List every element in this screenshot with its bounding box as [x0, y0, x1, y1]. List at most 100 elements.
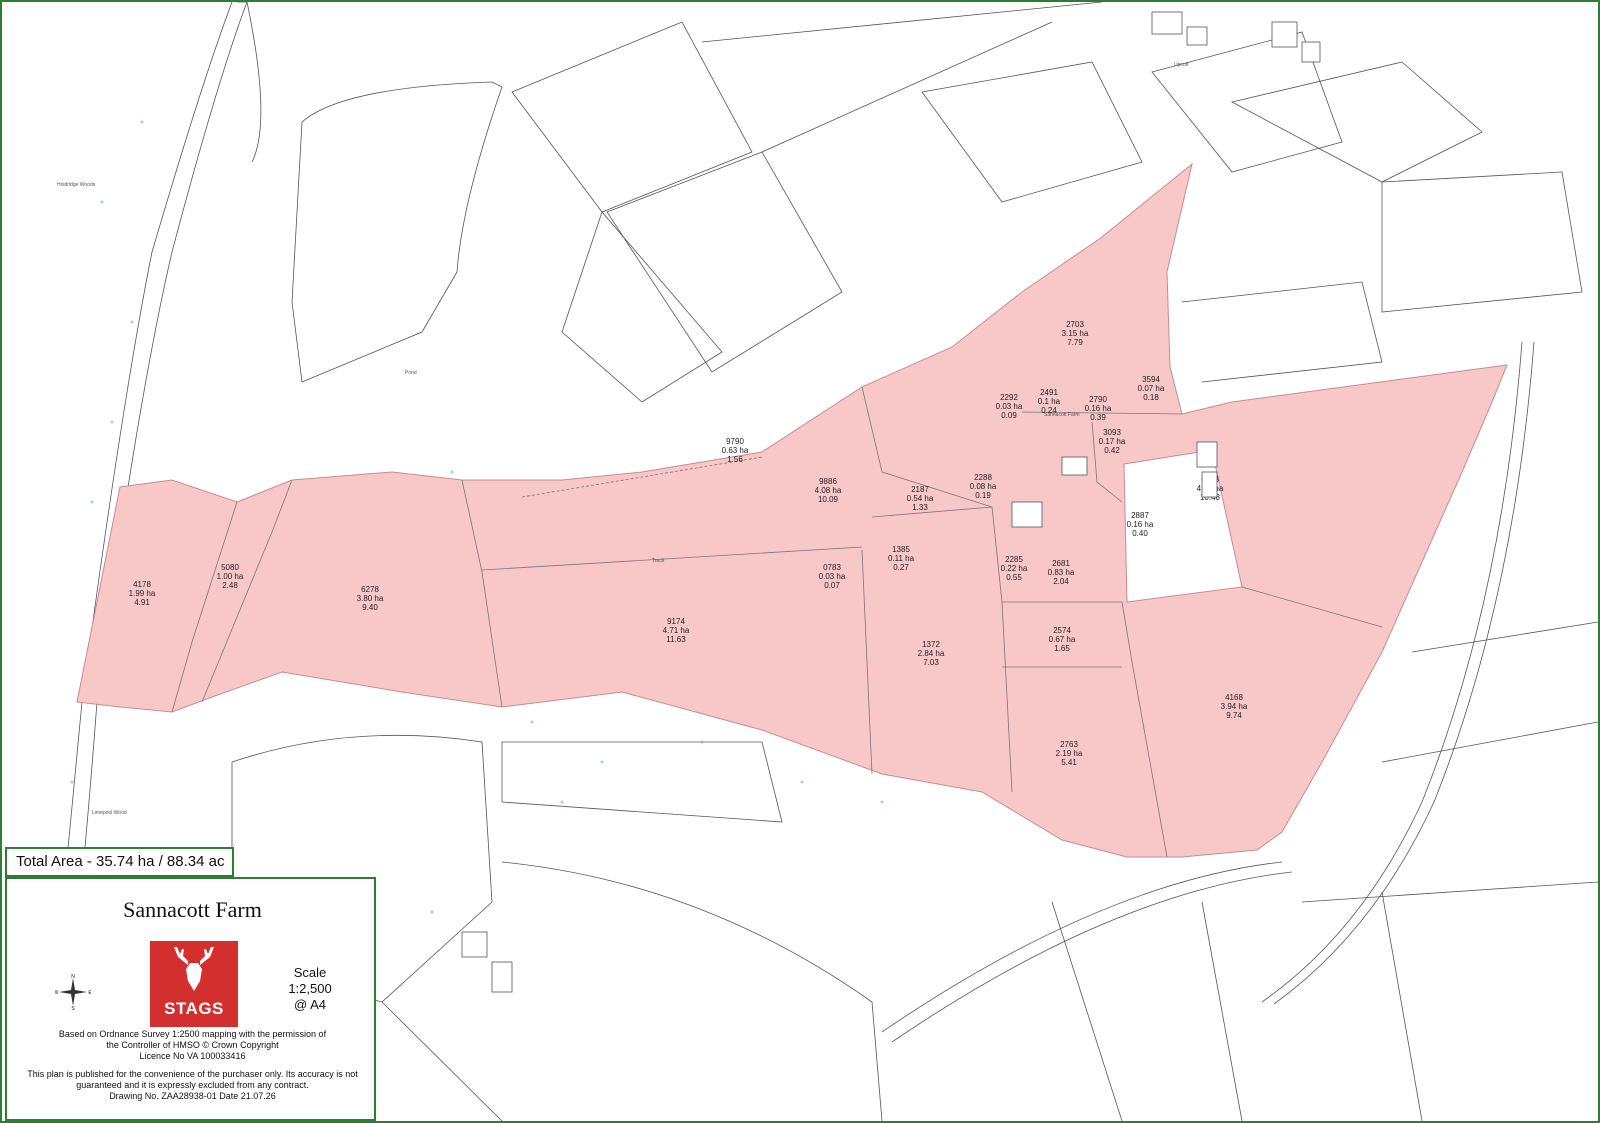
parcel-id: 1372: [922, 640, 940, 649]
parcel-ha: 0.67 ha: [1049, 635, 1076, 644]
parcel-ac: 1.56: [727, 455, 743, 464]
compass-e: E: [88, 990, 91, 996]
parcel-ac: 0.55: [1006, 573, 1022, 582]
os-note-line: Licence No VA 100033416: [139, 1051, 246, 1061]
scale-line-3: @ A4: [294, 997, 326, 1012]
parcel-ha: 0.03 ha: [996, 402, 1023, 411]
compass-n: N: [71, 974, 75, 980]
parcel-id: 3093: [1103, 428, 1121, 437]
parcel-ac: 0.39: [1090, 413, 1106, 422]
parcel-id: 4178: [133, 580, 151, 589]
parcel-id: 2681: [1052, 559, 1070, 568]
upcott-label: Upcott: [1174, 62, 1189, 68]
parcel-ha: 0.17 ha: [1099, 437, 1126, 446]
parcel-id: 2790: [1089, 395, 1107, 404]
parcel-id: 9174: [667, 617, 685, 626]
parcel-ha: 0.03 ha: [819, 572, 846, 581]
parcel-ac: 0.18: [1143, 393, 1159, 402]
parcel-ac: 1.33: [912, 503, 928, 512]
parcel-ha: 3.94 ha: [1221, 702, 1248, 711]
parcel-id: 2703: [1066, 320, 1084, 329]
parcel-ha: 0.1 ha: [1038, 397, 1061, 406]
scale-line-2: 1:2,500: [288, 981, 332, 996]
parcel-id: 9886: [819, 477, 837, 486]
parcel-ac: 4.91: [134, 598, 150, 607]
parcel-ac: 2.04: [1053, 577, 1069, 586]
parcel-id: 2292: [1000, 393, 1018, 402]
parcel-boundary: [76, 162, 1508, 858]
parcel-ha: 0.22 ha: [1001, 564, 1028, 573]
parcel-ha: 0.83 ha: [1048, 568, 1075, 577]
parcel-ha: 0.11 ha: [888, 554, 915, 563]
parcel-ha: 0.63 ha: [722, 446, 749, 455]
parcel-ac: 0.07: [824, 581, 840, 590]
parcel-id: 5080: [221, 563, 239, 572]
parcel-id: 6278: [361, 585, 379, 594]
stags-logo: STAGS: [150, 941, 238, 1027]
parcel-ac: 2.48: [222, 581, 238, 590]
parcel-id: 2187: [911, 485, 929, 494]
holdridge-woods-label: Holdridge Woods: [57, 182, 96, 188]
ordnance-survey-note: Based on Ordnance Survey 1:2500 mapping …: [7, 1029, 378, 1062]
compass-w: W: [55, 990, 59, 996]
parcel-ac: 7.03: [923, 658, 939, 667]
parcel-ac: 5.41: [1061, 758, 1077, 767]
parcel-id: 9790: [726, 437, 744, 446]
disclaimer-line: This plan is published for the convenien…: [27, 1069, 358, 1079]
parcel-id: 0783: [823, 563, 841, 572]
legend-panel: Sannacott Farm N S E W STAGS Scale 1:2,5…: [5, 877, 376, 1121]
parcel-ac: 0.42: [1104, 446, 1120, 455]
disclaimer-line: Drawing No. ZAA28938-01 Date 21.07.26: [109, 1091, 276, 1101]
parcel-id: 1385: [892, 545, 910, 554]
disclaimer-note: This plan is published for the convenien…: [7, 1069, 378, 1102]
parcel-ac: 11.63: [666, 635, 686, 644]
logo-wordmark: STAGS: [164, 999, 224, 1018]
compass-rose-icon: N S E W: [55, 974, 91, 1010]
scale-label: Scale 1:2,500 @ A4: [275, 965, 345, 1013]
parcel-id: 2288: [974, 473, 992, 482]
parcel-ac: 9.40: [362, 603, 378, 612]
parcel-ha: 3.80 ha: [357, 594, 384, 603]
parcel-id: 3594: [1142, 375, 1160, 384]
parcel-ac: 10.09: [818, 495, 839, 504]
parcel-ac: 7.79: [1067, 338, 1083, 347]
os-note-line: the Controller of HMSO © Crown Copyright: [106, 1040, 279, 1050]
farm-parcels: [76, 162, 1508, 858]
disclaimer-line: guaranteed and it is expressly excluded …: [76, 1080, 309, 1090]
parcel-ha: 4.71 ha: [663, 626, 690, 635]
pond-label: Pond: [405, 370, 417, 376]
parcel-ha: 0.54 ha: [907, 494, 934, 503]
parcel-ha: 0.08 ha: [970, 482, 997, 491]
map-frame: 4178 1.99 ha 4.91 5080 1.00 ha 2.48 6278 3.80 h…: [0, 0, 1600, 1123]
parcel-id: 2887: [1131, 511, 1149, 520]
parcel-ha: 2.84 ha: [918, 649, 945, 658]
limepool-wood-label: Limepool Wood: [92, 810, 127, 816]
parcel-id: 2491: [1040, 388, 1058, 397]
parcel-ac: 0.19: [975, 491, 991, 500]
parcel-ha: 1.00 ha: [217, 572, 244, 581]
scale-line-1: Scale: [293, 965, 327, 980]
parcel-id: 2763: [1060, 740, 1078, 749]
parcel-ac: 0.40: [1132, 529, 1148, 538]
parcel-ha: 3.15 ha: [1062, 329, 1089, 338]
parcel-ac: 0.09: [1001, 411, 1017, 420]
os-note-line: Based on Ordnance Survey 1:2500 mapping …: [58, 1029, 327, 1039]
parcel-ha: 0.07 ha: [1138, 384, 1165, 393]
parcel-ha: 2.19 ha: [1056, 749, 1083, 758]
parcel-ha: 4.08 ha: [815, 486, 842, 495]
parcel-id: 2574: [1053, 626, 1071, 635]
plan-title: Sannacott Farm: [123, 897, 262, 922]
parcel-ac: 0.27: [893, 563, 909, 572]
parcel-id: 4168: [1225, 693, 1243, 702]
parcel-ac: 9.74: [1226, 711, 1242, 720]
total-area-box: Total Area - 35.74 ha / 88.34 ac: [5, 847, 234, 877]
parcel-id: 2285: [1005, 555, 1023, 564]
track-label: Track: [652, 558, 665, 564]
parcel-ha: 1.99 ha: [129, 589, 156, 598]
sannacott-farm-label: Sannacott Farm: [1044, 412, 1080, 418]
parcel-ha: 0.16 ha: [1127, 520, 1154, 529]
parcel-ha: 0.16 ha: [1085, 404, 1112, 413]
parcel-ac: 1.65: [1054, 644, 1070, 653]
stag-head-icon: [174, 947, 214, 991]
compass-s: S: [71, 1006, 75, 1010]
